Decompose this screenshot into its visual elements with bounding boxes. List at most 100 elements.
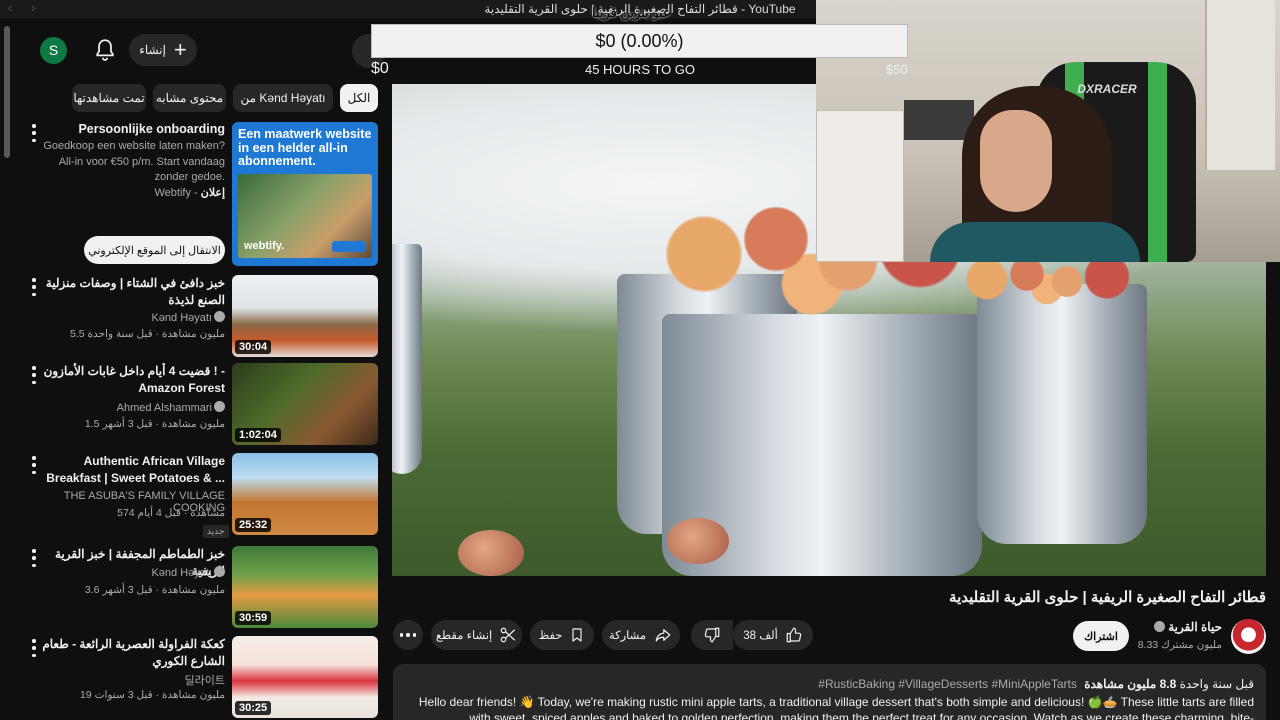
ad-thumbnail[interactable]: Een maatwerk website in een helder all-i… xyxy=(232,122,378,266)
video-more-icon[interactable] xyxy=(29,456,39,474)
channel-name-text: حياة القرية xyxy=(1168,620,1222,634)
duration-badge: 30:25 xyxy=(235,701,272,715)
share-button[interactable]: مشاركة xyxy=(602,620,680,650)
duration-badge: 30:04 xyxy=(235,340,272,354)
ad-label: إعلان xyxy=(200,187,225,199)
video-frame-fallen-apple xyxy=(458,530,524,576)
verified-icon xyxy=(214,401,225,412)
related-video-title[interactable]: خبز دافئ في الشتاء | وصفات منزلية الصنع … xyxy=(40,275,225,309)
share-icon xyxy=(653,626,673,644)
chip-all[interactable]: الكل xyxy=(340,84,378,112)
related-video-meta: 574 مشاهدة · قبل 4 أيام xyxy=(117,507,225,519)
video-more-icon[interactable] xyxy=(29,639,39,657)
visit-website-button[interactable]: الانتقال إلى الموقع الإلكتروني xyxy=(84,236,225,264)
related-video-meta: 5.5 مليون مشاهدة · قبل سنة واحدة xyxy=(70,328,225,340)
related-video-thumbnail[interactable]: 30:25 xyxy=(232,636,378,718)
related-video-meta: 3.6 مليون مشاهدة · قبل 3 أشهر xyxy=(84,584,225,596)
related-video-item[interactable]: قضيت 4 أيام داخل غابات الأمازون ! - Amaz… xyxy=(0,363,390,447)
related-video-thumbnail[interactable]: 30:04 xyxy=(232,275,378,357)
video-frame-bucket xyxy=(392,244,422,474)
related-video-meta: 1.5 مليون مشاهدة · قبل 3 أشهر xyxy=(84,418,225,430)
chip-related[interactable]: محتوى مشابه xyxy=(153,84,226,112)
related-video-item[interactable]: خبز دافئ في الشتاء | وصفات منزلية الصنع … xyxy=(0,275,390,359)
verified-icon xyxy=(214,566,225,577)
chip-from-channel[interactable]: من Kənd Həyatı xyxy=(233,84,333,112)
video-more-icon[interactable] xyxy=(29,278,39,296)
upload-age: قبل سنة واحدة xyxy=(1179,677,1254,691)
duration-badge: 1:02:04 xyxy=(235,428,281,442)
dislike-icon xyxy=(703,626,721,644)
related-video-title[interactable]: Authentic African Village Breakfast | Sw… xyxy=(40,453,225,487)
related-video-item[interactable]: خبز الطماطم المجففة | خبز القرية الريفية… xyxy=(0,546,390,630)
ad-thumb-button xyxy=(332,241,366,252)
related-video-item[interactable]: كعكة الفراولة العصرية الرائعة - طعام الش… xyxy=(0,636,390,720)
related-video-item[interactable]: Authentic African Village Breakfast | Sw… xyxy=(0,453,390,538)
webcam-streamer-face xyxy=(980,110,1052,212)
webcam-shelf xyxy=(816,110,904,262)
goal-progress-bar: $0 (0.00%) xyxy=(371,24,908,58)
view-count: 8.8 مليون مشاهدة xyxy=(1084,677,1177,691)
description-text: Hello dear friends! 👋 Today, we're makin… xyxy=(418,695,1254,720)
related-video-title[interactable]: قضيت 4 أيام داخل غابات الأمازون ! - Amaz… xyxy=(40,363,225,397)
video-frame-bucket xyxy=(977,284,1147,544)
video-frame-fallen-apple xyxy=(667,518,729,564)
account-avatar[interactable]: S xyxy=(40,37,67,64)
duration-badge: 30:59 xyxy=(235,611,272,625)
webcam-streamer-shirt xyxy=(930,222,1140,262)
goal-max: $50 xyxy=(886,62,908,77)
history-nav-arrows[interactable]: ‹ › xyxy=(8,1,43,15)
share-label: مشاركة xyxy=(608,630,647,642)
related-video-thumbnail[interactable]: 1:02:04 xyxy=(232,363,378,445)
related-video-channel[interactable]: Kənd Həyatı xyxy=(40,311,225,324)
save-label: حفظ xyxy=(538,630,563,642)
related-video-channel[interactable]: Kənd Həyatı xyxy=(40,566,225,579)
related-video-meta: 19 مليون مشاهدة · قبل 3 سنوات xyxy=(79,689,225,701)
channel-name: Kənd Həyatı xyxy=(151,312,212,324)
hashtags[interactable]: #RusticBaking #VillageDesserts #MiniAppl… xyxy=(818,677,1077,691)
like-dislike-group: 38 ألف xyxy=(733,620,813,650)
video-more-icon[interactable] xyxy=(29,366,39,384)
ad-advertiser: Webtify - إعلان xyxy=(154,187,225,199)
create-button[interactable]: إنشاء + xyxy=(129,34,197,66)
channel-name: Kənd Həyatı xyxy=(151,567,212,579)
verified-icon xyxy=(1153,621,1165,632)
channel-avatar[interactable] xyxy=(1231,619,1266,654)
bookmark-icon xyxy=(569,626,585,644)
new-badge: جديد xyxy=(203,525,229,538)
more-actions-icon[interactable] xyxy=(393,620,423,650)
related-video-thumbnail[interactable]: 30:59 xyxy=(232,546,378,628)
duration-badge: 25:32 xyxy=(235,518,272,532)
masthead: S إنشاء + xyxy=(0,18,390,80)
save-button[interactable]: حفظ xyxy=(530,620,594,650)
webcam-door xyxy=(1205,0,1275,170)
description-box[interactable]: #RusticBaking #VillageDesserts #MiniAppl… xyxy=(393,664,1266,720)
dislike-button[interactable] xyxy=(691,620,733,650)
scissors-icon xyxy=(499,626,517,644)
ad-more-icon[interactable] xyxy=(29,124,39,142)
notifications-bell-icon[interactable] xyxy=(92,37,118,63)
plus-icon: + xyxy=(173,37,187,62)
related-video-thumbnail[interactable]: 25:32 xyxy=(232,453,378,535)
related-video-channel[interactable]: Ahmed Alshammari xyxy=(40,401,225,414)
sidebar-scrollbar[interactable] xyxy=(4,26,10,158)
webcam-coffee-machine xyxy=(904,100,974,140)
related-video-channel[interactable]: 딜라이트 xyxy=(40,672,225,688)
video-title: قطائر التفاح الصغيرة الريفية | حلوى القر… xyxy=(949,589,1266,606)
channel-name: Ahmed Alshammari xyxy=(116,402,212,414)
webtify-logo: webtify. xyxy=(244,240,285,252)
description-meta: #RusticBaking #VillageDesserts #MiniAppl… xyxy=(818,677,1254,691)
like-count[interactable]: 38 ألف xyxy=(743,628,778,642)
subscribe-button[interactable]: اشتراك xyxy=(1073,621,1129,651)
video-more-icon[interactable] xyxy=(29,549,39,567)
goal-time-left: 45 HOURS TO GO xyxy=(584,62,696,77)
goal-title: عبو بنزين قريبا xyxy=(592,5,671,20)
ad-title[interactable]: Persoonlijke onboarding xyxy=(40,122,225,136)
related-video-title[interactable]: كعكة الفراولة العصرية الرائعة - طعام الش… xyxy=(40,636,225,670)
goal-min: $0 xyxy=(371,60,389,77)
chip-watched[interactable]: تمت مشاهدتها xyxy=(72,84,146,112)
clip-label: إنشاء مقطع xyxy=(435,630,493,642)
like-icon[interactable] xyxy=(785,626,803,644)
ad-description: Goedkoop een website laten maken? All-in… xyxy=(43,140,225,183)
ad-thumb-text: Een maatwerk website in een helder all-i… xyxy=(238,127,372,168)
clip-button[interactable]: إنشاء مقطع xyxy=(431,620,522,650)
